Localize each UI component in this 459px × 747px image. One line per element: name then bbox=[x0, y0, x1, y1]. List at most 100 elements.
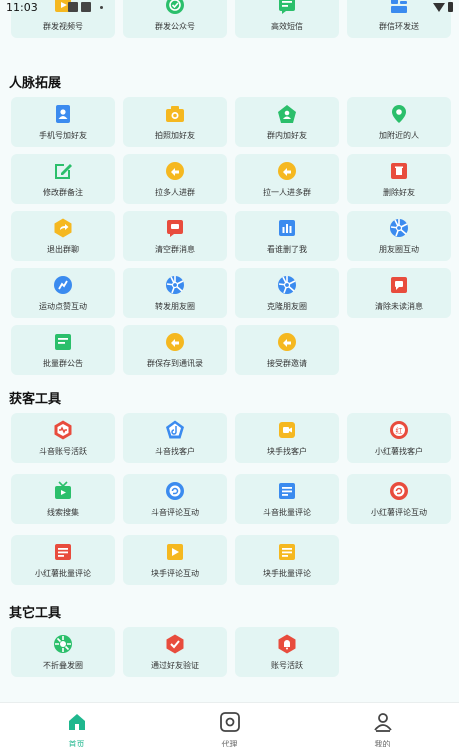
section-title-acquire: 获客工具 bbox=[9, 392, 62, 407]
tool-card[interactable]: 克隆朋友圈 bbox=[235, 268, 339, 318]
tool-card[interactable]: 斗音评论互动 bbox=[123, 474, 227, 524]
tool-card[interactable]: 斗音批量评论 bbox=[235, 474, 339, 524]
tool-card-label: 清空群消息 bbox=[155, 245, 195, 254]
group-house-icon bbox=[276, 103, 298, 125]
tool-card[interactable]: 手机号加好友 bbox=[11, 97, 115, 147]
tool-card[interactable]: 修改群备注 bbox=[11, 154, 115, 204]
notification-icon bbox=[67, 2, 78, 12]
tool-card[interactable]: 删除好友 bbox=[347, 154, 451, 204]
tool-card[interactable]: 斗音找客户 bbox=[123, 413, 227, 463]
tool-card-label: 不折叠发圈 bbox=[43, 661, 83, 670]
accept-invite-icon bbox=[276, 331, 298, 353]
tool-card-label: 斗音找客户 bbox=[155, 447, 195, 456]
tool-card-label: 小红薯评论互动 bbox=[371, 508, 427, 517]
tool-card-label: 修改群备注 bbox=[43, 188, 83, 197]
status-bar: 11:03 bbox=[0, 0, 459, 14]
tool-card-label: 清除未读消息 bbox=[375, 302, 423, 311]
phone-contact-icon bbox=[52, 103, 74, 125]
location-icon bbox=[388, 103, 410, 125]
tool-grid-acquire: 斗音账号活跃 斗音找客户 块手找客户红小红薯找客户 线索搜集 斗音评论互动 斗音批量评论小… bbox=[11, 413, 451, 585]
tool-card[interactable]: 拉多人进群 bbox=[123, 154, 227, 204]
clear-unread-icon bbox=[388, 274, 410, 296]
tool-card[interactable]: 拉一人进多群 bbox=[235, 154, 339, 204]
xhs-icon: 红 bbox=[388, 419, 410, 441]
tool-card[interactable]: 斗音账号活跃 bbox=[11, 413, 115, 463]
tool-card[interactable]: 线索搜集 bbox=[11, 474, 115, 524]
tool-card[interactable]: 退出群聊 bbox=[11, 211, 115, 261]
batch-comment-icon bbox=[276, 480, 298, 502]
tool-card[interactable]: 接受群邀请 bbox=[235, 325, 339, 375]
tool-card[interactable]: 加附近的人 bbox=[347, 97, 451, 147]
tab-agent[interactable]: 代理 bbox=[153, 703, 306, 747]
tool-card-label: 群保存到通讯录 bbox=[147, 359, 203, 368]
tool-card-label: 拉多人进群 bbox=[155, 188, 195, 197]
tool-card[interactable]: 转发朋友圈 bbox=[123, 268, 227, 318]
tool-card-label: 群信环发送 bbox=[379, 22, 419, 31]
tool-card-label: 运动点赞互动 bbox=[39, 302, 87, 311]
tool-grid-other: 不折叠发圈 通过好友验证 账号活跃 bbox=[11, 627, 451, 677]
tool-card[interactable]: 小红薯评论互动 bbox=[347, 474, 451, 524]
tool-card-label: 斗音账号活跃 bbox=[39, 447, 87, 456]
moments-icon bbox=[164, 274, 186, 296]
agent-icon bbox=[219, 711, 241, 733]
tool-card-label: 群发公众号 bbox=[155, 22, 195, 31]
douyin-active-icon bbox=[52, 419, 74, 441]
pull-many-icon bbox=[164, 160, 186, 182]
douyin-icon bbox=[164, 419, 186, 441]
notice-icon bbox=[52, 331, 74, 353]
bottom-tab-bar: 首页 代理 我的 bbox=[0, 702, 459, 747]
moments-icon bbox=[276, 274, 298, 296]
tool-card[interactable]: 通过好友验证 bbox=[123, 627, 227, 677]
profile-icon bbox=[372, 711, 394, 733]
clear-msg-icon bbox=[164, 217, 186, 239]
tool-card[interactable]: 红小红薯找客户 bbox=[347, 413, 451, 463]
notification-icon bbox=[80, 2, 91, 12]
tool-card[interactable]: 运动点赞互动 bbox=[11, 268, 115, 318]
tool-grid-network: 手机号加好友 拍照加好友 群内加好友 加附近的人修改群备注 拉多人进群 拉一人进多群 删除好… bbox=[11, 97, 451, 375]
tool-card-label: 线索搜集 bbox=[47, 508, 79, 517]
verify-icon bbox=[164, 633, 186, 655]
tool-card-label: 群内加好友 bbox=[267, 131, 307, 140]
tool-card[interactable]: 清除未读消息 bbox=[347, 268, 451, 318]
exit-icon bbox=[52, 217, 74, 239]
kuaishou-icon bbox=[276, 419, 298, 441]
tool-list[interactable]: 群发视频号 群发公众号 高效短信 群信环发送 人脉拓展 手机号加好友 拍照加好友 群内加好友 加… bbox=[0, 0, 459, 702]
tool-card[interactable]: 群保存到通讯录 bbox=[123, 325, 227, 375]
tool-card-label: 小红薯批量评论 bbox=[35, 569, 91, 578]
tool-card-label: 批量群公告 bbox=[43, 359, 83, 368]
svg-text:红: 红 bbox=[396, 426, 403, 435]
tool-card[interactable]: 朋友圈互动 bbox=[347, 211, 451, 261]
tool-card-label: 小红薯找客户 bbox=[375, 447, 423, 456]
tool-card[interactable]: 清空群消息 bbox=[123, 211, 227, 261]
tool-card[interactable]: 账号活跃 bbox=[235, 627, 339, 677]
section-title-other: 其它工具 bbox=[9, 606, 62, 621]
tool-card-label: 克隆朋友圈 bbox=[267, 302, 307, 311]
tool-card[interactable]: 小红薯批量评论 bbox=[11, 535, 115, 585]
tool-card[interactable]: 块手评论互动 bbox=[123, 535, 227, 585]
status-time: 11:03 bbox=[6, 0, 38, 14]
tab-home[interactable]: 首页 bbox=[0, 703, 153, 747]
tool-card-label: 高效短信 bbox=[271, 22, 303, 31]
wifi-icon bbox=[433, 2, 445, 12]
tool-card[interactable]: 拍照加好友 bbox=[123, 97, 227, 147]
battery-icon bbox=[448, 2, 453, 12]
tool-card[interactable]: 块手找客户 bbox=[235, 413, 339, 463]
tool-card[interactable]: 看谁删了我 bbox=[235, 211, 339, 261]
tool-card-label: 接受群邀请 bbox=[267, 359, 307, 368]
tool-card-label: 账号活跃 bbox=[271, 661, 303, 670]
tool-card[interactable]: 批量群公告 bbox=[11, 325, 115, 375]
tool-card-label: 拉一人进多群 bbox=[263, 188, 311, 197]
tool-card[interactable]: 块手批量评论 bbox=[235, 535, 339, 585]
pull-one-icon bbox=[276, 160, 298, 182]
tool-card-label: 看谁删了我 bbox=[267, 245, 307, 254]
edit-icon bbox=[52, 160, 74, 182]
tool-card[interactable]: 不折叠发圈 bbox=[11, 627, 115, 677]
status-dot-icon bbox=[99, 5, 103, 9]
tool-card-label: 加附近的人 bbox=[379, 131, 419, 140]
bell-icon bbox=[276, 633, 298, 655]
save-contact-icon bbox=[164, 331, 186, 353]
comment-refresh-icon bbox=[388, 480, 410, 502]
tool-card[interactable]: 群内加好友 bbox=[235, 97, 339, 147]
tool-card-label: 群发视频号 bbox=[43, 22, 83, 31]
tab-profile[interactable]: 我的 bbox=[306, 703, 459, 747]
